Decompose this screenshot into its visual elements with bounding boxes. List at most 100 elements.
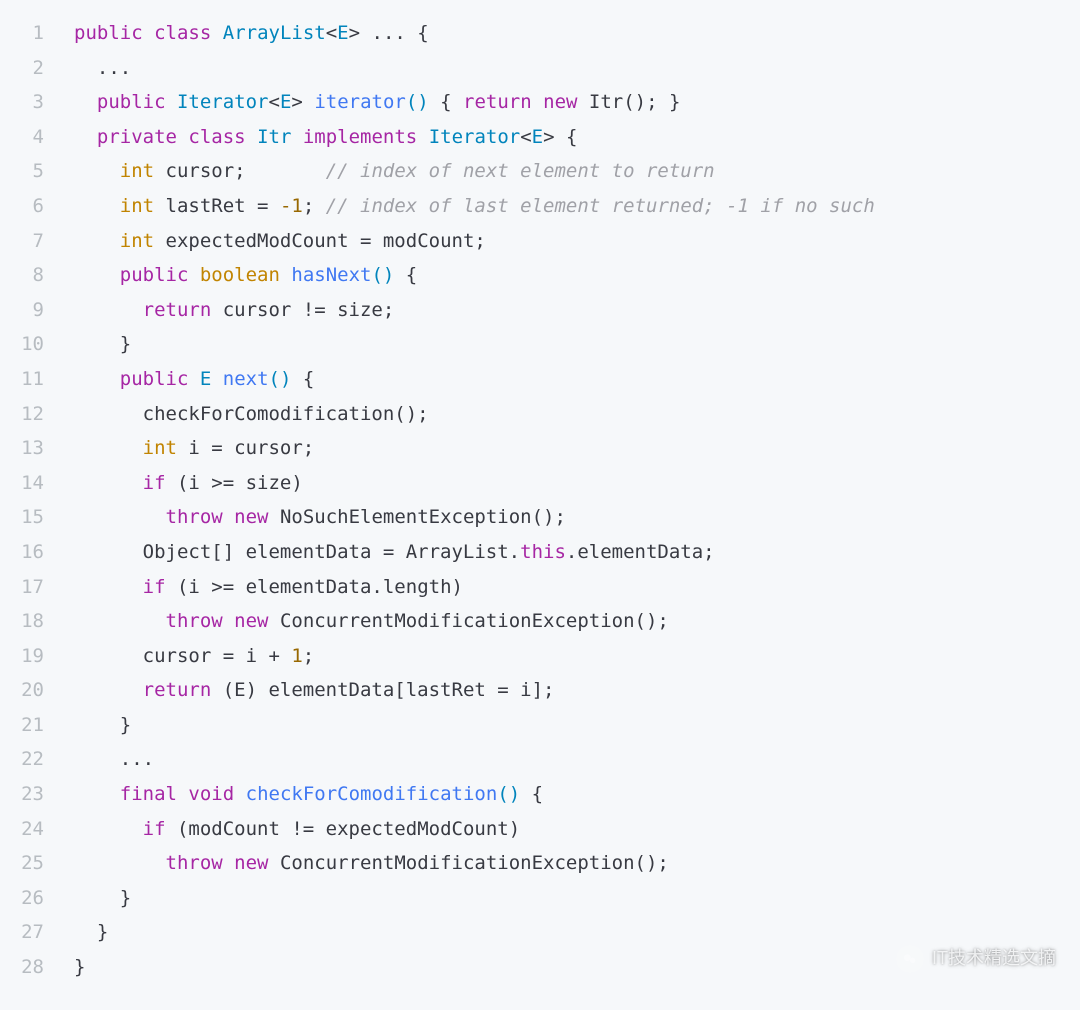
line-number: 1 <box>0 16 44 51</box>
line-number: 21 <box>0 708 44 743</box>
token-plain: Itr(); } <box>577 91 680 113</box>
line-number: 24 <box>0 812 44 847</box>
watermark-text: IT技术精选文摘 <box>932 941 1056 976</box>
token-plain <box>74 679 143 701</box>
token-plain: (i >= size) <box>166 472 303 494</box>
line-number: 25 <box>0 846 44 881</box>
token-plain: cursor != size; <box>211 299 394 321</box>
code-line: if (modCount != expectedModCount) <box>74 812 1080 847</box>
token-plain: } <box>74 714 131 736</box>
code-line: ... <box>74 51 1080 86</box>
token-kw: throw <box>166 506 223 528</box>
token-plain: ConcurrentModificationException(); <box>269 610 669 632</box>
token-plain <box>188 264 199 286</box>
token-kw: if <box>143 576 166 598</box>
token-plain <box>303 91 314 113</box>
token-kw: public <box>120 368 189 390</box>
token-plain: lastRet = <box>154 195 280 217</box>
token-typedecl: E <box>337 22 348 44</box>
token-plain: ... { <box>360 22 429 44</box>
token-kw: implements <box>303 126 417 148</box>
line-number: 10 <box>0 327 44 362</box>
code-line: checkForComodification(); <box>74 397 1080 432</box>
token-num: -1 <box>280 195 303 217</box>
code-line: ... <box>74 742 1080 777</box>
token-fn: hasNext <box>291 264 371 286</box>
token-plain <box>223 506 234 528</box>
line-number: 19 <box>0 639 44 674</box>
token-type: int <box>120 230 154 252</box>
code-line: int lastRet = -1; // index of last eleme… <box>74 189 1080 224</box>
token-plain <box>417 126 428 148</box>
line-number: 8 <box>0 258 44 293</box>
token-plain: .elementData; <box>566 541 715 563</box>
code-line: public E next() { <box>74 362 1080 397</box>
token-plain <box>166 91 177 113</box>
token-plain: } <box>74 333 131 355</box>
token-cmt: // index of next element to return <box>326 160 715 182</box>
token-kw: return <box>463 91 532 113</box>
token-plain <box>223 852 234 874</box>
token-plain: } <box>74 921 108 943</box>
line-number: 18 <box>0 604 44 639</box>
token-plain <box>74 368 120 390</box>
wechat-icon <box>896 945 924 973</box>
token-kw: public <box>74 22 143 44</box>
line-number: 14 <box>0 466 44 501</box>
token-kw: return <box>143 679 212 701</box>
code-line: throw new ConcurrentModificationExceptio… <box>74 604 1080 639</box>
line-number: 4 <box>0 120 44 155</box>
token-plain <box>74 852 166 874</box>
code-line: throw new ConcurrentModificationExceptio… <box>74 846 1080 881</box>
code-line: } <box>74 881 1080 916</box>
token-plain: (modCount != expectedModCount) <box>166 818 521 840</box>
token-plain <box>177 783 188 805</box>
token-typedecl: Iterator <box>177 91 269 113</box>
token-plain: (i >= elementData.length) <box>166 576 463 598</box>
line-number: 26 <box>0 881 44 916</box>
token-plain <box>223 610 234 632</box>
token-kw: new <box>234 610 268 632</box>
token-plain <box>74 506 166 528</box>
code-line: final void checkForComodification() { <box>74 777 1080 812</box>
token-plain <box>74 126 97 148</box>
token-plain: ... <box>74 57 131 79</box>
token-typedecl: E <box>532 126 543 148</box>
token-type: int <box>120 195 154 217</box>
line-number: 9 <box>0 293 44 328</box>
line-number: 6 <box>0 189 44 224</box>
token-op: () <box>406 91 429 113</box>
token-typedecl: Iterator <box>429 126 521 148</box>
line-number: 2 <box>0 51 44 86</box>
token-kw: public <box>120 264 189 286</box>
token-plain <box>74 264 120 286</box>
line-number: 27 <box>0 915 44 950</box>
line-number: 15 <box>0 500 44 535</box>
token-plain <box>74 230 120 252</box>
token-kw: class <box>188 126 245 148</box>
code-line: int i = cursor; <box>74 431 1080 466</box>
token-plain <box>74 610 166 632</box>
token-kw: class <box>154 22 211 44</box>
token-plain <box>74 783 120 805</box>
token-plain: cursor = i + <box>74 645 291 667</box>
token-plain: ... <box>74 748 154 770</box>
code-line: cursor = i + 1; <box>74 639 1080 674</box>
token-kw: return <box>143 299 212 321</box>
token-kw: private <box>97 126 177 148</box>
line-number: 17 <box>0 570 44 605</box>
token-kw: new <box>543 91 577 113</box>
code-line: return (E) elementData[lastRet = i]; <box>74 673 1080 708</box>
token-op: () <box>497 783 520 805</box>
token-kw: new <box>234 506 268 528</box>
line-number: 13 <box>0 431 44 466</box>
token-typedecl: Itr <box>257 126 291 148</box>
token-plain: ; <box>303 645 314 667</box>
token-type: int <box>143 437 177 459</box>
line-number: 23 <box>0 777 44 812</box>
token-plain <box>280 264 291 286</box>
code-line: return cursor != size; <box>74 293 1080 328</box>
token-plain <box>177 126 188 148</box>
token-kw: new <box>234 852 268 874</box>
token-op: () <box>269 368 292 390</box>
